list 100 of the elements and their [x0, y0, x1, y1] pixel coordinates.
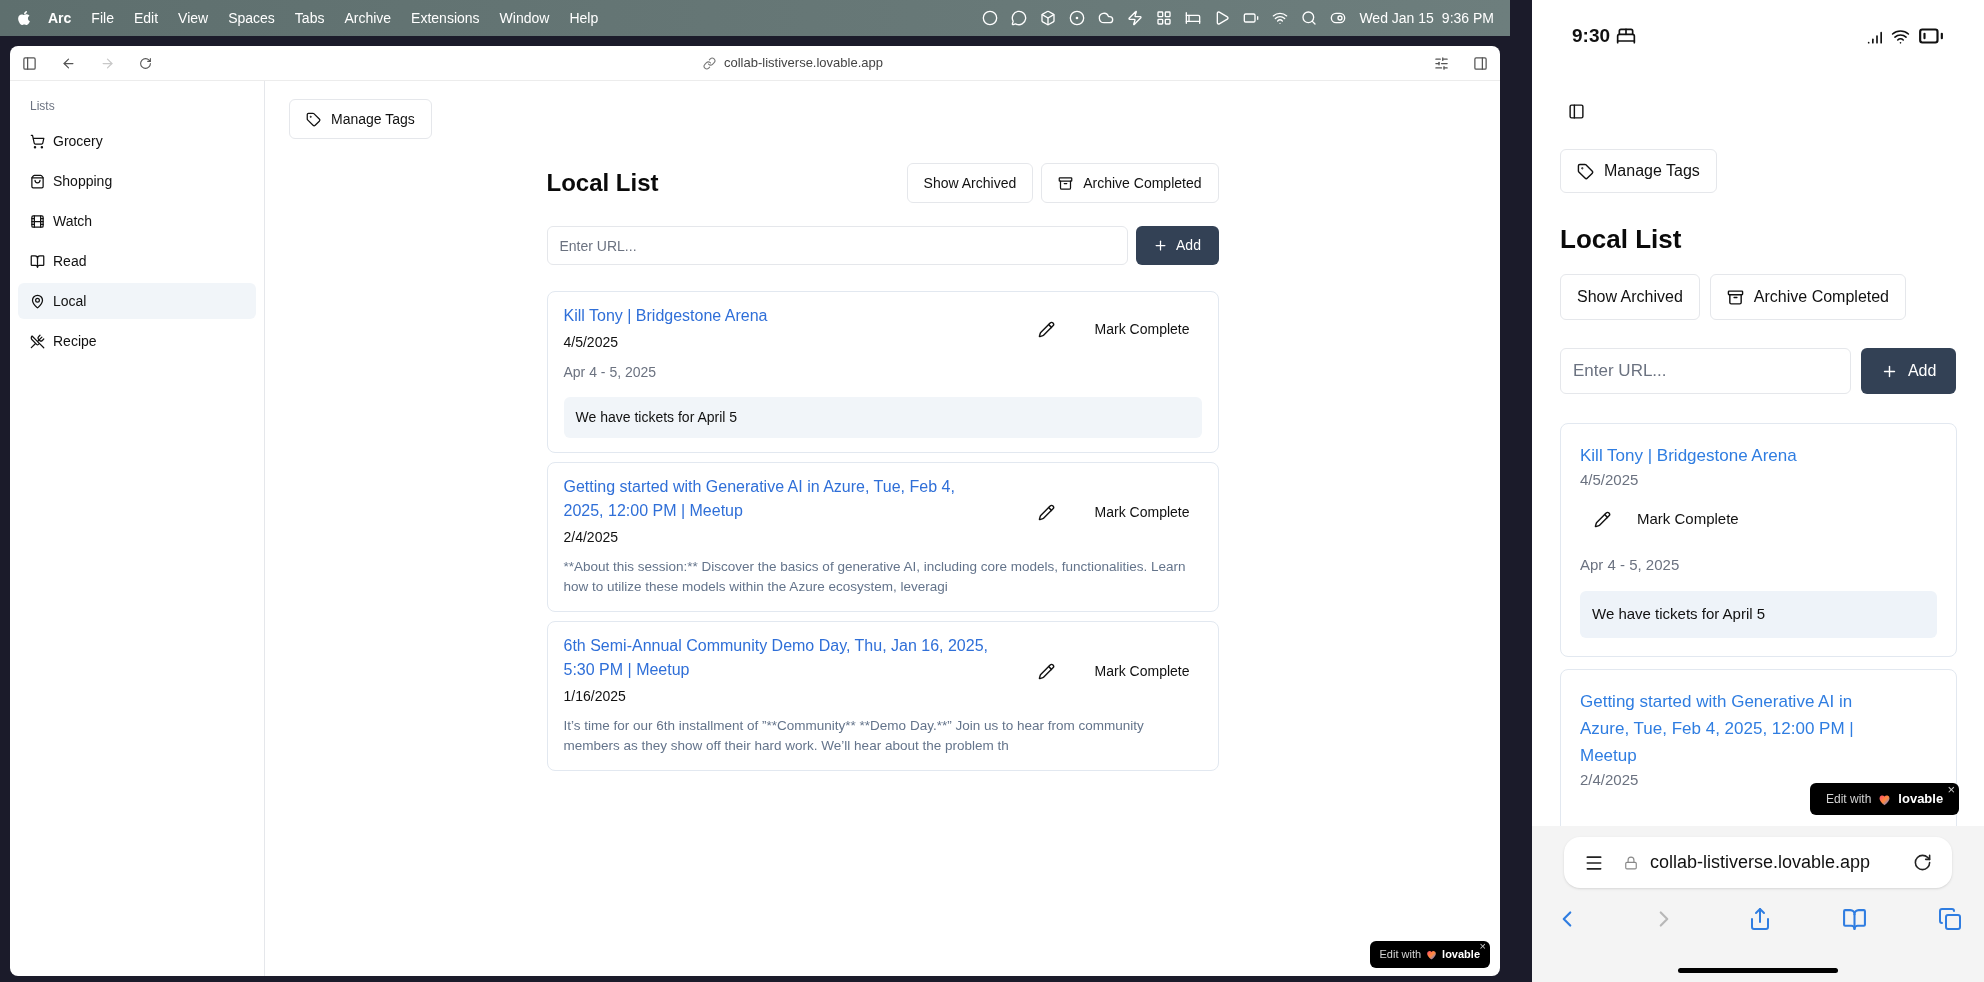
- item-title-link[interactable]: Kill Tony | Bridgestone Arena: [1580, 442, 1937, 469]
- url-input-field[interactable]: Enter URL...: [546, 226, 1128, 265]
- map-pin-icon: [30, 293, 45, 309]
- archive-icon: [1058, 175, 1074, 191]
- edit-icon[interactable]: [1037, 503, 1055, 521]
- reload-icon[interactable]: [1913, 853, 1932, 872]
- address-text: collab-listiverse.lovable.app: [1650, 851, 1872, 874]
- sidebar-item[interactable]: Grocery: [18, 123, 256, 159]
- badge-label: Edit with: [1379, 947, 1422, 963]
- sidebar-item[interactable]: Shopping: [18, 163, 256, 199]
- heart-icon: [1425, 948, 1439, 961]
- edit-icon[interactable]: [1037, 662, 1055, 680]
- utensils-icon: [30, 333, 45, 349]
- circle-icon[interactable]: [982, 10, 999, 26]
- sidebar-item[interactable]: Read: [18, 243, 256, 279]
- sidebar-item[interactable]: Local: [18, 283, 256, 319]
- address-bar[interactable]: collab-listiverse.lovable.app: [1564, 837, 1952, 888]
- menu-item[interactable]: Archive: [344, 7, 392, 29]
- sidebar-item[interactable]: Watch: [18, 203, 256, 239]
- menu-item[interactable]: File: [91, 7, 114, 29]
- cart-icon: [30, 133, 45, 149]
- badge-brand: lovable: [1898, 790, 1944, 809]
- split-view-icon[interactable]: [1473, 55, 1488, 71]
- mark-complete-button[interactable]: Mark Complete: [1082, 493, 1202, 531]
- menu-item[interactable]: Window: [499, 7, 550, 29]
- toggle-icon[interactable]: [1330, 10, 1347, 26]
- edit-with-lovable-badge[interactable]: Edit with lovable ×: [1369, 941, 1490, 968]
- tag-icon: [1577, 162, 1594, 180]
- menu-item[interactable]: Help: [569, 7, 599, 29]
- badge-brand: lovable: [1442, 947, 1480, 963]
- sidebar-heading: Lists: [29, 98, 56, 115]
- menu-item[interactable]: Spaces: [228, 7, 275, 29]
- manage-tags-button[interactable]: Manage Tags: [1560, 149, 1717, 193]
- url-input-field[interactable]: Enter URL...: [1560, 348, 1852, 394]
- search-icon[interactable]: [1301, 10, 1318, 26]
- bag-icon: [30, 173, 45, 189]
- item-date-range: Apr 4 - 5, 2025: [1580, 554, 1681, 575]
- item-date-range: Apr 4 - 5, 2025: [563, 363, 658, 382]
- edit-with-lovable-badge[interactable]: Edit with lovable ×: [1810, 783, 1960, 815]
- link-icon: [703, 56, 716, 70]
- mark-complete-button[interactable]: Mark Complete: [1082, 652, 1202, 690]
- add-button[interactable]: Add: [1861, 348, 1956, 394]
- box-icon[interactable]: [1040, 10, 1057, 26]
- edit-icon[interactable]: [1037, 320, 1055, 338]
- menu-time[interactable]: 9:36 PM: [1441, 7, 1494, 29]
- item-title-link[interactable]: Getting started with Generative AI in Azure, Tue, Feb 4, 2025, 12:00 PM | Meetup: [563, 475, 1022, 523]
- item-title-link[interactable]: 6th Semi-Annual Community Demo Day, Thu, Jan 16, 2025, 5:30 PM | Meetup: [563, 634, 1022, 682]
- grid-icon[interactable]: [1156, 10, 1173, 26]
- menu-date[interactable]: Wed Jan 15: [1359, 7, 1434, 29]
- sidebar-toggle-icon[interactable]: [1568, 103, 1585, 120]
- item-note: We have tickets for April 5: [563, 397, 1202, 438]
- item-title-link[interactable]: Getting started with Generative AI in Azure, Tue, Feb 4, 2025, 12:00 PM | Meetup: [1580, 687, 1937, 769]
- badge-label: Edit with: [1826, 791, 1872, 808]
- add-button[interactable]: Add: [1135, 226, 1219, 265]
- item-date: 4/5/2025: [563, 333, 619, 352]
- bed-icon: [1616, 26, 1637, 46]
- status-time: 9:30: [1572, 23, 1611, 48]
- book-icon: [30, 253, 45, 269]
- play-icon[interactable]: [1214, 10, 1231, 26]
- menu-item[interactable]: View: [178, 7, 209, 29]
- item-date: 1/16/2025: [563, 687, 627, 706]
- bed-icon[interactable]: [1185, 10, 1202, 26]
- plus-icon: [1153, 238, 1169, 253]
- battery-icon[interactable]: [1243, 10, 1260, 26]
- chat-bubble-icon[interactable]: [1011, 10, 1028, 26]
- item-date: 2/4/2025: [563, 528, 619, 547]
- film-icon: [30, 213, 45, 229]
- wifi-icon[interactable]: [1272, 10, 1289, 26]
- menu-item[interactable]: Edit: [133, 7, 159, 29]
- menu-item[interactable]: Extensions: [411, 7, 480, 29]
- item-date: 2/4/2025: [1580, 769, 1639, 790]
- sidebar-item[interactable]: Recipe: [18, 323, 256, 359]
- lock-icon: [1624, 855, 1638, 870]
- ring-icon[interactable]: [1069, 10, 1086, 26]
- item-note: We have tickets for April 5: [1580, 591, 1937, 638]
- page-title: Local List: [546, 168, 660, 198]
- sliders-icon[interactable]: [1434, 55, 1449, 71]
- back-icon[interactable]: [61, 55, 76, 71]
- edit-icon[interactable]: [1594, 511, 1611, 528]
- reload-icon[interactable]: [139, 56, 152, 70]
- item-description: It’s time for our 6th installment of ”**Community** **Demo Day.**” Join us to hear from community members as they show off their hard work. We’ll hear about the problem th: [563, 717, 1145, 755]
- show-archived-button[interactable]: Show Archived: [906, 163, 1034, 203]
- url-text[interactable]: collab-listiverse.lovable.app: [724, 53, 883, 73]
- archive-completed-button[interactable]: Archive Completed: [1041, 163, 1219, 203]
- archive-completed-button[interactable]: Archive Completed: [1709, 274, 1906, 320]
- item-title-link[interactable]: Kill Tony | Bridgestone Arena: [563, 304, 1022, 328]
- badge-close[interactable]: ×: [1479, 941, 1486, 952]
- sidebar-toggle-icon[interactable]: [22, 55, 37, 71]
- bookmarks-icon[interactable]: [1842, 906, 1868, 932]
- bolt-icon[interactable]: [1127, 10, 1144, 26]
- manage-tags-button[interactable]: Manage Tags: [289, 99, 432, 139]
- mark-complete-button[interactable]: Mark Complete: [1637, 508, 1739, 531]
- tabs-icon[interactable]: [1938, 907, 1962, 931]
- menu-item[interactable]: Tabs: [294, 7, 325, 29]
- cloud-icon[interactable]: [1098, 10, 1115, 26]
- show-archived-button[interactable]: Show Archived: [1560, 274, 1700, 320]
- app-menu[interactable]: Arc: [48, 7, 72, 29]
- mark-complete-button[interactable]: Mark Complete: [1082, 310, 1202, 348]
- badge-close[interactable]: ×: [1947, 783, 1956, 796]
- apple-icon[interactable]: [16, 10, 32, 26]
